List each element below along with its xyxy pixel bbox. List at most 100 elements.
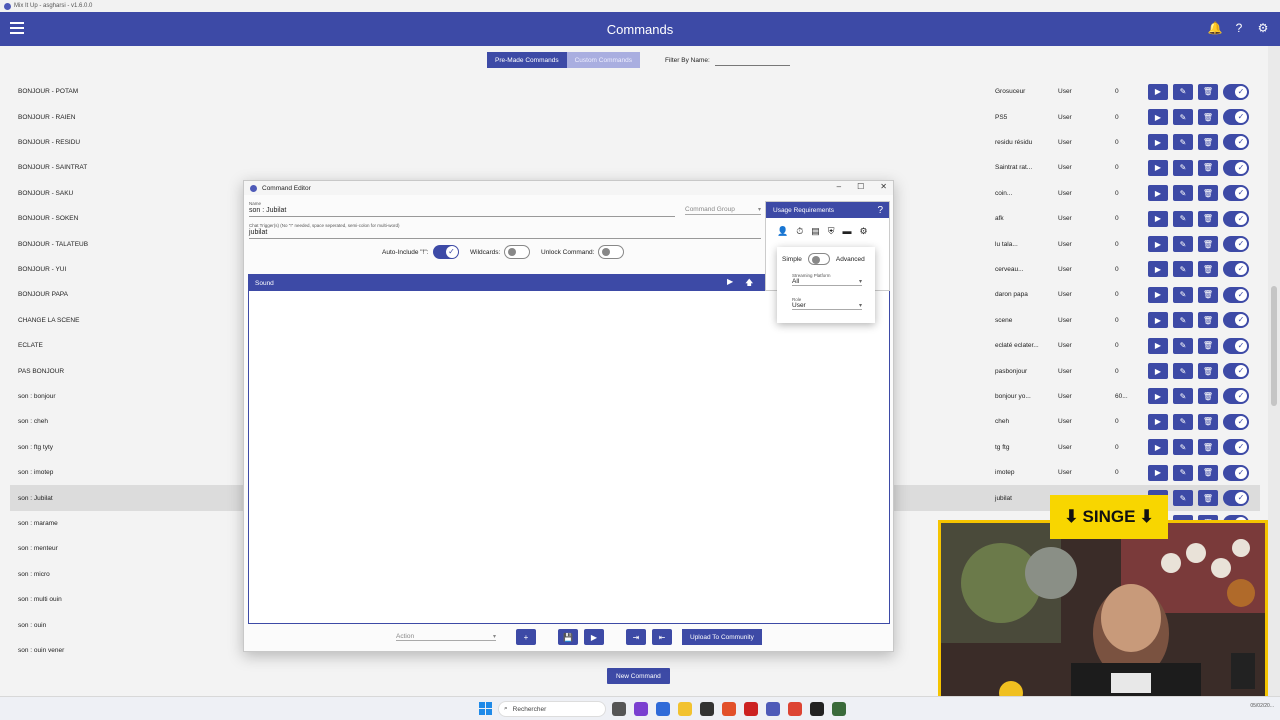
enable-command-toggle[interactable] [1223, 363, 1249, 380]
edit-command-button[interactable]: ✎ [1173, 109, 1193, 126]
test-play-button[interactable]: ▶ [584, 629, 604, 645]
action-select[interactable]: Action [396, 633, 496, 641]
edit-command-button[interactable]: ✎ [1173, 261, 1193, 278]
role-select[interactable]: User [792, 302, 862, 310]
mixitup-icon[interactable] [766, 702, 780, 716]
help-icon[interactable]: ? [877, 205, 883, 216]
enable-command-toggle[interactable] [1223, 210, 1249, 227]
enable-command-toggle[interactable] [1223, 439, 1249, 456]
file-explorer-icon[interactable] [678, 702, 692, 716]
platform-select[interactable]: All [792, 278, 862, 286]
list-scrollbar[interactable] [1268, 46, 1280, 696]
delete-command-button[interactable]: 🗑 [1198, 490, 1218, 507]
enable-command-toggle[interactable] [1223, 109, 1249, 126]
play-command-button[interactable]: ▶ [1148, 134, 1168, 151]
rank-shield-icon[interactable]: ⛨ [828, 226, 835, 237]
chat-app-icon[interactable] [634, 702, 648, 716]
delete-command-button[interactable]: 🗑 [1198, 286, 1218, 303]
scrollbar-thumb[interactable] [1271, 286, 1277, 406]
firefox-icon[interactable] [722, 702, 736, 716]
enable-command-toggle[interactable] [1223, 185, 1249, 202]
enable-command-toggle[interactable] [1223, 490, 1249, 507]
enable-command-toggle[interactable] [1223, 159, 1249, 176]
delete-command-button[interactable]: 🗑 [1198, 413, 1218, 430]
taskbar-search[interactable]: ⌕ Rechercher [498, 701, 606, 717]
play-command-button[interactable]: ▶ [1148, 388, 1168, 405]
enable-command-toggle[interactable] [1223, 261, 1249, 278]
play-command-button[interactable]: ▶ [1148, 363, 1168, 380]
enable-command-toggle[interactable] [1223, 464, 1249, 481]
edit-command-button[interactable]: ✎ [1173, 185, 1193, 202]
play-command-button[interactable]: ▶ [1148, 83, 1168, 100]
new-command-button[interactable]: New Command [607, 668, 670, 684]
enable-command-toggle[interactable] [1223, 413, 1249, 430]
play-command-button[interactable]: ▶ [1148, 109, 1168, 126]
delete-command-button[interactable]: 🗑 [1198, 363, 1218, 380]
currency-icon[interactable]: ▤ [811, 226, 820, 237]
table-row[interactable]: BONJOUR - SAINTRAT Saintrat rat... User 0 ▶ ✎… [10, 155, 1260, 180]
edit-command-button[interactable]: ✎ [1173, 363, 1193, 380]
obs-icon[interactable] [700, 702, 714, 716]
edit-command-button[interactable]: ✎ [1173, 439, 1193, 456]
enable-command-toggle[interactable] [1223, 134, 1249, 151]
terminal-icon[interactable] [810, 702, 824, 716]
edit-command-button[interactable]: ✎ [1173, 159, 1193, 176]
notifications-icon[interactable]: 🔔 [1208, 21, 1223, 35]
enable-command-toggle[interactable] [1223, 286, 1249, 303]
add-action-button[interactable]: + [516, 629, 536, 645]
tab-custom-commands[interactable]: Custom Commands [566, 52, 641, 68]
user-role-icon[interactable]: 👤 [777, 226, 788, 237]
tab-premade-commands[interactable]: Pre-Made Commands [487, 52, 567, 68]
hamburger-menu-icon[interactable] [10, 22, 24, 34]
play-command-button[interactable]: ▶ [1148, 312, 1168, 329]
table-row[interactable]: BONJOUR - RESIDU residu résidu User 0 ▶ ✎ 🗑 [10, 130, 1260, 155]
task-view-icon[interactable] [612, 702, 626, 716]
play-command-button[interactable]: ▶ [1148, 337, 1168, 354]
delete-command-button[interactable]: 🗑 [1198, 159, 1218, 176]
windows-start-icon[interactable] [479, 702, 492, 715]
app-icon-orange[interactable] [788, 702, 802, 716]
enable-command-toggle[interactable] [1223, 312, 1249, 329]
delete-command-button[interactable]: 🗑 [1198, 439, 1218, 456]
play-icon[interactable]: ▶ [727, 277, 733, 291]
name-field[interactable]: son : Jubilat [249, 207, 286, 214]
delete-command-button[interactable]: 🗑 [1198, 134, 1218, 151]
browser-icon[interactable] [656, 702, 670, 716]
unlock-toggle[interactable] [598, 245, 625, 259]
delete-command-button[interactable]: 🗑 [1198, 337, 1218, 354]
edit-command-button[interactable]: ✎ [1173, 134, 1193, 151]
delete-command-button[interactable]: 🗑 [1198, 83, 1218, 100]
edit-command-button[interactable]: ✎ [1173, 236, 1193, 253]
play-command-button[interactable]: ▶ [1148, 439, 1168, 456]
filter-input[interactable] [714, 54, 790, 66]
minimize-icon[interactable]: – [837, 182, 841, 191]
play-command-button[interactable]: ▶ [1148, 261, 1168, 278]
delete-command-button[interactable]: 🗑 [1198, 312, 1218, 329]
close-icon[interactable]: ✕ [880, 182, 887, 191]
table-row[interactable]: BONJOUR - RAIEN PS5 User 0 ▶ ✎ 🗑 [10, 104, 1260, 129]
delete-command-button[interactable]: 🗑 [1198, 388, 1218, 405]
move-up-icon[interactable]: 🡅 [745, 277, 753, 291]
play-command-button[interactable]: ▶ [1148, 413, 1168, 430]
edit-command-button[interactable]: ✎ [1173, 83, 1193, 100]
edit-command-button[interactable]: ✎ [1173, 312, 1193, 329]
play-command-button[interactable]: ▶ [1148, 236, 1168, 253]
settings-gear-icon[interactable]: ⚙ [1256, 21, 1270, 35]
edit-command-button[interactable]: ✎ [1173, 337, 1193, 354]
cooldown-timer-icon[interactable]: ⏱ [796, 226, 803, 237]
wildcards-toggle[interactable] [504, 245, 531, 259]
enable-command-toggle[interactable] [1223, 388, 1249, 405]
table-row[interactable]: BONJOUR - POTAM Grosuceur User 0 ▶ ✎ 🗑 [10, 79, 1260, 104]
edit-command-button[interactable]: ✎ [1173, 210, 1193, 227]
enable-command-toggle[interactable] [1223, 337, 1249, 354]
play-command-button[interactable]: ▶ [1148, 286, 1168, 303]
app-icon-green[interactable] [832, 702, 846, 716]
triggers-field[interactable]: jubilat [249, 229, 267, 236]
delete-command-button[interactable]: 🗑 [1198, 109, 1218, 126]
maximize-icon[interactable]: ☐ [857, 182, 864, 191]
enable-command-toggle[interactable] [1223, 236, 1249, 253]
simple-advanced-toggle[interactable] [807, 253, 830, 265]
delete-command-button[interactable]: 🗑 [1198, 236, 1218, 253]
play-command-button[interactable]: ▶ [1148, 185, 1168, 202]
auto-include-toggle[interactable] [432, 245, 459, 259]
